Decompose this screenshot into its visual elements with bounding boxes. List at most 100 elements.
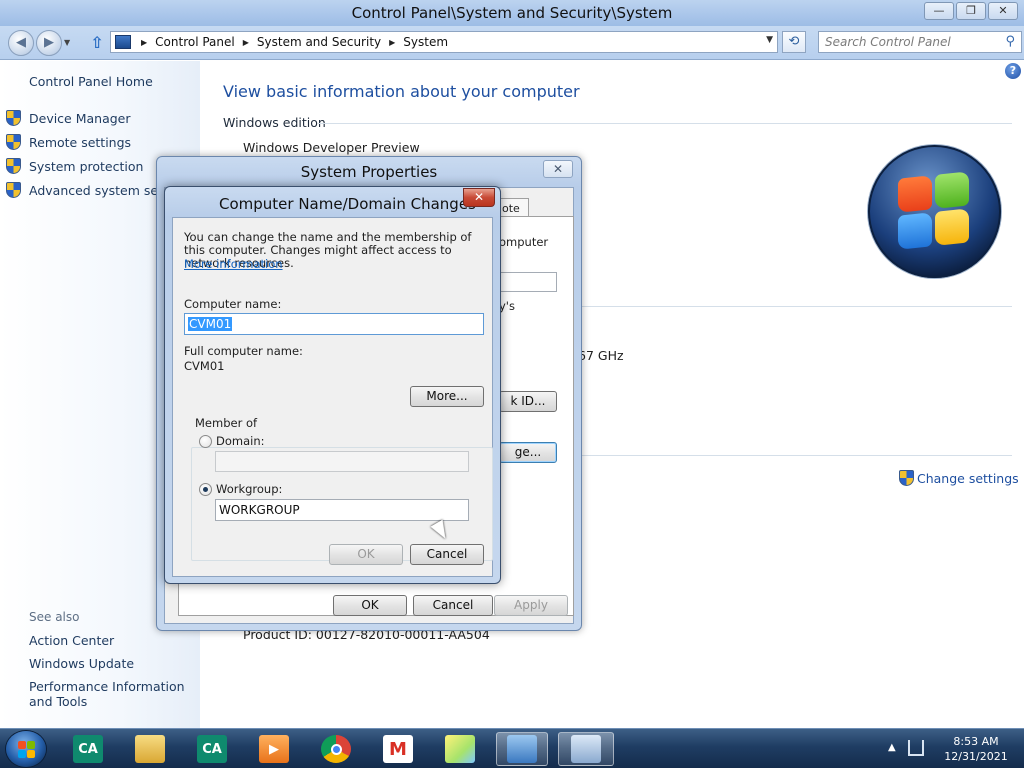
taskbar-item[interactable]: M: [372, 732, 424, 766]
member-of-label: Member of: [193, 416, 260, 430]
search-placeholder: Search Control Panel: [825, 35, 951, 49]
cancel-button[interactable]: Cancel: [410, 544, 484, 565]
windows-flag-icon: [898, 171, 970, 251]
chrome-icon: [321, 735, 351, 763]
divider: [318, 123, 1012, 124]
address-dropdown-icon[interactable]: ▼: [766, 35, 773, 45]
computer-name-input[interactable]: CVM01: [184, 313, 484, 335]
refresh-button[interactable]: ⟲: [782, 31, 806, 53]
recent-pages-dropdown-icon[interactable]: ▼: [64, 38, 70, 47]
breadcrumb-system-and-security[interactable]: System and Security: [257, 35, 381, 49]
computer-name-dialog[interactable]: Computer Name/Domain Changes ✕ You can c…: [164, 186, 501, 584]
window-titlebar[interactable]: Control Panel\System and Security\System…: [0, 0, 1024, 26]
clock-date: 12/31/2021: [944, 750, 1008, 763]
close-button[interactable]: ✕: [463, 188, 495, 207]
domain-input[interactable]: [215, 451, 469, 472]
workgroup-label: Workgroup:: [216, 482, 283, 496]
minimize-button[interactable]: —: [924, 2, 954, 20]
ok-button[interactable]: OK: [329, 544, 403, 565]
control-panel-icon: [115, 35, 131, 49]
ok-button[interactable]: OK: [333, 595, 407, 616]
gmail-icon: M: [383, 735, 413, 763]
domain-label: Domain:: [216, 434, 265, 448]
apply-button[interactable]: Apply: [494, 595, 568, 616]
breadcrumb-chevron-icon[interactable]: ▶: [389, 38, 395, 47]
show-hidden-icons-icon[interactable]: ▲: [888, 742, 896, 753]
clock[interactable]: 8:53 AM 12/31/2021: [936, 734, 1016, 764]
window-title: Control Panel\System and Security\System: [351, 4, 673, 22]
full-computer-name-label: Full computer name:: [184, 344, 303, 358]
close-button[interactable]: ✕: [988, 2, 1018, 20]
restore-button[interactable]: ❐: [956, 2, 986, 20]
windows-edition-heading: Windows edition: [223, 115, 326, 130]
shield-icon: [6, 134, 21, 150]
change-settings-link[interactable]: Change settings: [899, 470, 1019, 486]
radio-off-icon: [199, 434, 212, 448]
windows-logo: [868, 145, 1001, 278]
description-text: omputer: [499, 235, 549, 249]
sidebar-item-remote-settings[interactable]: Remote settings: [6, 134, 131, 150]
see-also-heading: See also: [29, 610, 80, 624]
change-settings-label: Change settings: [917, 470, 1019, 486]
more-information-link[interactable]: More information: [184, 257, 283, 271]
dialog-title: Computer Name/Domain Changes: [219, 195, 476, 213]
control-panel-icon: [571, 735, 601, 763]
breadcrumb-chevron-icon[interactable]: ▶: [141, 38, 147, 47]
media-player-icon: ▶: [259, 735, 289, 763]
breadcrumb-system[interactable]: System: [403, 35, 448, 49]
taskbar-item[interactable]: [124, 732, 176, 766]
network-icon[interactable]: [908, 740, 924, 756]
computer-name-value: CVM01: [188, 317, 233, 331]
credit-agricole-icon: CA: [197, 735, 227, 763]
dialog-title: System Properties: [300, 163, 438, 181]
address-bar[interactable]: ▶ Control Panel ▶ System and Security ▶ …: [110, 31, 778, 53]
sidebar-item-label: System protection: [29, 158, 144, 174]
more-button[interactable]: More...: [410, 386, 484, 407]
sidebar-item-system-protection[interactable]: System protection: [6, 158, 143, 174]
taskbar-item[interactable]: [434, 732, 486, 766]
sidebar-home-link[interactable]: Control Panel Home: [29, 74, 153, 89]
windows-edition-value: Windows Developer Preview: [243, 140, 420, 155]
search-input[interactable]: Search Control Panel ⚲: [818, 31, 1022, 53]
taskbar-item[interactable]: ▶: [248, 732, 300, 766]
windows-update-link[interactable]: Windows Update: [29, 656, 194, 671]
credit-agricole-icon: CA: [73, 735, 103, 763]
sidebar-item-device-manager[interactable]: Device Manager: [6, 110, 131, 126]
domain-radio[interactable]: Domain:: [199, 434, 265, 448]
shield-icon: [6, 110, 21, 126]
full-computer-name-value: CVM01: [184, 359, 225, 373]
change-button[interactable]: ge...: [499, 442, 557, 463]
page-title: View basic information about your comput…: [223, 82, 580, 101]
taskbar-item[interactable]: CA: [62, 732, 114, 766]
radio-on-icon: [199, 482, 212, 496]
taskbar-item[interactable]: CA: [186, 732, 238, 766]
shield-icon: [6, 158, 21, 174]
taskbar-item[interactable]: [310, 732, 362, 766]
up-arrow-icon[interactable]: ⇧: [88, 34, 106, 52]
cancel-button[interactable]: Cancel: [413, 595, 493, 616]
network-id-button[interactable]: k ID...: [499, 391, 557, 412]
workgroup-input[interactable]: WORKGROUP: [215, 499, 469, 521]
performance-information-link[interactable]: Performance Information and Tools: [29, 679, 194, 709]
shield-icon: [899, 470, 914, 486]
action-center-link[interactable]: Action Center: [29, 633, 194, 648]
workgroup-value: WORKGROUP: [219, 503, 300, 517]
sidebar-item-label: Device Manager: [29, 110, 131, 126]
divider: [580, 455, 1012, 456]
tab-remote[interactable]: ote: [499, 198, 529, 217]
sticky-notes-icon: [445, 735, 475, 763]
computer-name-label: Computer name:: [184, 297, 282, 311]
help-icon[interactable]: ?: [1005, 63, 1021, 79]
taskbar-item[interactable]: [558, 732, 614, 766]
workgroup-radio[interactable]: Workgroup:: [199, 482, 282, 496]
navigation-bar: ◀ ▶ ▼ ⇧ ▶ Control Panel ▶ System and Sec…: [0, 26, 1024, 60]
search-icon[interactable]: ⚲: [1005, 34, 1015, 49]
forward-button[interactable]: ▶: [36, 30, 62, 56]
taskbar-item[interactable]: [496, 732, 548, 766]
breadcrumb-control-panel[interactable]: Control Panel: [155, 35, 235, 49]
breadcrumb-chevron-icon[interactable]: ▶: [243, 38, 249, 47]
computer-description-input[interactable]: [499, 272, 557, 292]
close-button[interactable]: ✕: [543, 160, 573, 178]
start-button[interactable]: [6, 731, 46, 767]
back-button[interactable]: ◀: [8, 30, 34, 56]
